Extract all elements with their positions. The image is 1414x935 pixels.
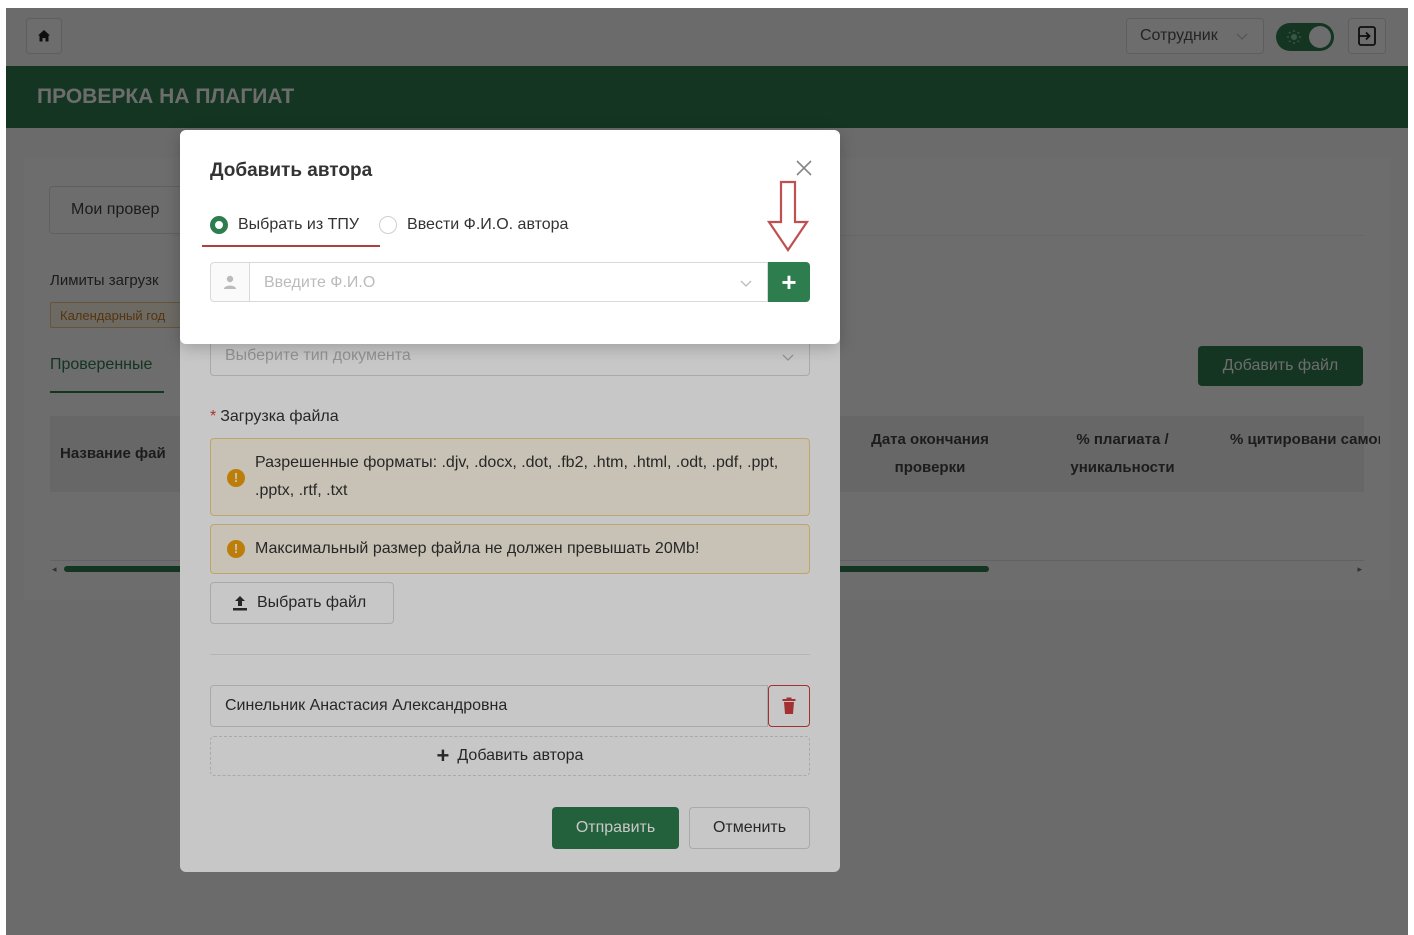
fio-select-row: Введите Ф.И.О + <box>210 262 810 302</box>
fio-input[interactable]: Введите Ф.И.О <box>250 262 768 302</box>
add-author-confirm-button[interactable]: + <box>768 262 810 302</box>
radio-tpu-label: Выбрать из ТПУ <box>238 216 360 233</box>
radio-manual[interactable] <box>379 216 398 234</box>
annotation-underline <box>202 245 380 247</box>
app-frame: Сотрудник ПРОВЕРКА НА ПЛАГИАТ Мои провер… <box>6 8 1408 935</box>
fio-placeholder: Введите Ф.И.О <box>264 274 376 291</box>
radio-tpu[interactable] <box>210 216 228 234</box>
user-icon <box>224 275 236 289</box>
close-icon[interactable] <box>792 156 816 180</box>
author-source-radio-group: Выбрать из ТПУ Ввести Ф.И.О. автора <box>210 210 588 240</box>
radio-manual-label: Ввести Ф.И.О. автора <box>407 216 569 233</box>
annotation-arrow-icon <box>766 180 810 252</box>
modal-title: Добавить автора <box>210 160 373 181</box>
radio-option-tpu[interactable]: Выбрать из ТПУ <box>210 216 359 234</box>
fio-addon <box>210 262 250 302</box>
add-author-modal: Добавить автора Выбрать из ТПУ Ввести Ф.… <box>180 130 840 344</box>
radio-option-manual[interactable]: Ввести Ф.И.О. автора <box>379 216 568 234</box>
chevron-down-icon <box>740 280 752 287</box>
